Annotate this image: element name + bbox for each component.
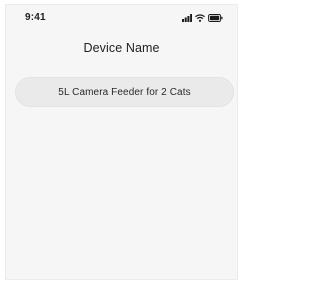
device-name-input[interactable]: 5L Camera Feeder for 2 Cats	[15, 77, 234, 107]
battery-icon	[208, 14, 223, 22]
device-name-screen: 9:41 Device Name 5L Camera Feeder for 2 …	[5, 4, 238, 280]
signal-icon	[182, 14, 192, 22]
status-time: 9:41	[25, 12, 46, 23]
wifi-icon	[195, 14, 205, 22]
status-bar: 9:41	[6, 5, 237, 27]
page-title: Device Name	[83, 41, 160, 55]
status-icons	[182, 14, 223, 22]
